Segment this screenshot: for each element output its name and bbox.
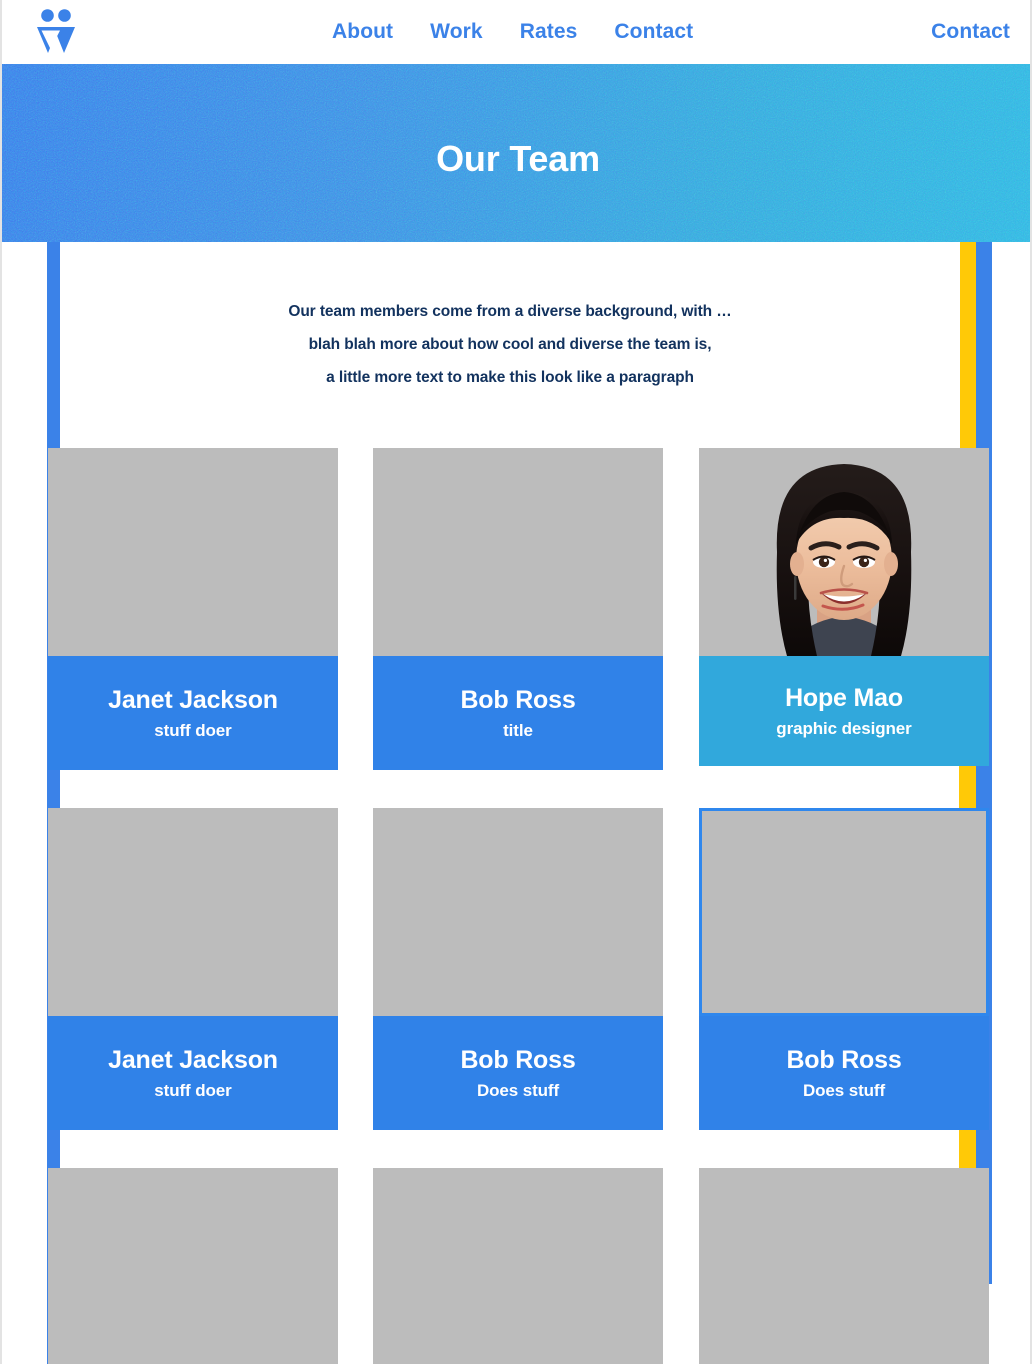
team-member-role: title: [503, 720, 533, 740]
team-card-selected[interactable]: Bob Ross Does stuff: [699, 808, 989, 1130]
portrait-photo-hope-mao: [699, 448, 989, 656]
team-member-name: Janet Jackson: [108, 1045, 278, 1074]
team-member-photo[interactable]: [48, 1168, 338, 1364]
team-member-name: Bob Ross: [786, 1045, 902, 1074]
team-card[interactable]: [699, 1168, 989, 1364]
team-grid: Janet Jackson stuff doer Bob Ross title: [2, 448, 1030, 1364]
team-member-photo[interactable]: [373, 1168, 663, 1364]
team-card-caption: Janet Jackson stuff doer: [48, 1016, 338, 1130]
intro-line-1: Our team members come from a diverse bac…: [288, 303, 732, 320]
team-member-photo[interactable]: [699, 448, 989, 656]
team-card[interactable]: Hope Mao graphic designer: [699, 448, 989, 770]
team-card[interactable]: [48, 1168, 338, 1364]
team-card[interactable]: Bob Ross Does stuff: [373, 808, 663, 1130]
intro-line-3: a little more text to make this look lik…: [326, 369, 694, 386]
team-card-caption: Hope Mao graphic designer: [699, 656, 989, 766]
navbar: About Work Rates Contact Contact: [2, 0, 1030, 64]
team-card-caption: Bob Ross title: [373, 656, 663, 770]
nav-link-contact[interactable]: Contact: [614, 20, 693, 44]
site-logo[interactable]: [28, 8, 84, 56]
team-member-photo[interactable]: [373, 448, 663, 656]
team-member-role: graphic designer: [776, 718, 912, 738]
team-member-role: Does stuff: [802, 1080, 886, 1100]
nav-right: Contact: [931, 0, 1010, 64]
team-row: [2, 1168, 1030, 1364]
team-member-name: Janet Jackson: [108, 685, 278, 714]
team-member-photo[interactable]: [699, 1168, 989, 1364]
team-member-photo[interactable]: [373, 808, 663, 1016]
team-member-photo[interactable]: [48, 808, 338, 1016]
nav-link-rates[interactable]: Rates: [520, 20, 578, 44]
page-title: Our Team: [436, 138, 600, 179]
team-row: Janet Jackson stuff doer Bob Ross Does s…: [2, 808, 1030, 1168]
team-member-photo[interactable]: [699, 808, 989, 1016]
nav-links: About Work Rates Contact: [332, 0, 693, 64]
team-member-role: stuff doer: [154, 720, 232, 740]
team-card-caption: Janet Jackson stuff doer: [48, 656, 338, 770]
team-page: About Work Rates Contact Contact Our Tea…: [0, 0, 1032, 1364]
team-member-name: Bob Ross: [460, 685, 576, 714]
nav-link-work[interactable]: Work: [430, 20, 483, 44]
two-people-logo-icon: [37, 9, 75, 53]
intro-paragraph: Our team members come from a diverse bac…: [60, 242, 960, 448]
team-row: Janet Jackson stuff doer Bob Ross title: [2, 448, 1030, 808]
team-card-caption: Bob Ross Does stuff: [699, 1016, 989, 1130]
team-card[interactable]: Bob Ross title: [373, 448, 663, 770]
intro-line-2: blah blah more about how cool and divers…: [308, 336, 712, 353]
team-card[interactable]: [373, 1168, 663, 1364]
team-member-name: Hope Mao: [785, 683, 903, 712]
team-member-photo[interactable]: [48, 448, 338, 656]
nav-link-about[interactable]: About: [332, 20, 393, 44]
nav-link-contact-cta[interactable]: Contact: [931, 20, 1010, 44]
team-card[interactable]: Janet Jackson stuff doer: [48, 808, 338, 1130]
team-card-caption: Bob Ross Does stuff: [373, 1016, 663, 1130]
hero-banner: Our Team: [2, 64, 1030, 242]
team-member-role: stuff doer: [154, 1080, 232, 1100]
team-member-role: Does stuff: [476, 1080, 560, 1100]
team-card[interactable]: Janet Jackson stuff doer: [48, 448, 338, 770]
team-member-name: Bob Ross: [460, 1045, 576, 1074]
